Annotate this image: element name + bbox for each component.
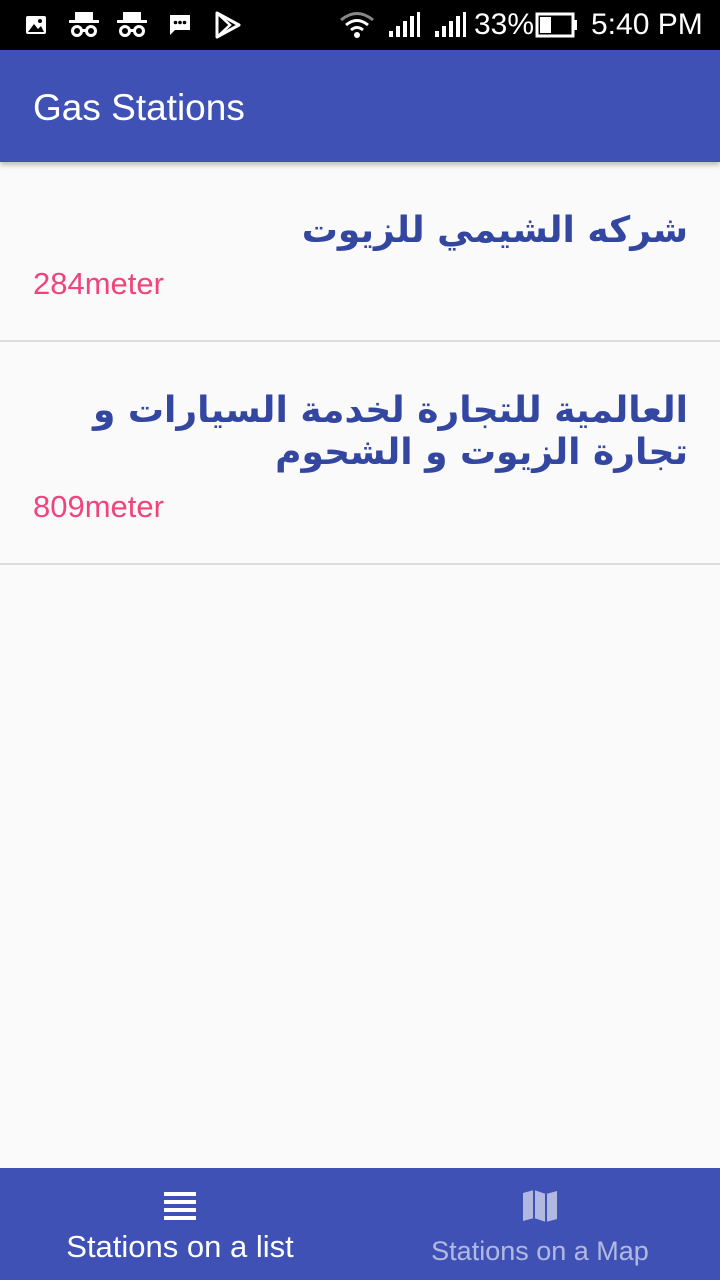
clock: 5:40 PM [591, 8, 703, 41]
list-item[interactable]: شركه الشيمي للزيوت 284meter [0, 162, 720, 342]
signal-icon [432, 11, 468, 39]
battery-icon [534, 11, 580, 39]
image-notification-icon [24, 11, 48, 39]
station-name: العالمية للتجارة لخدمة السيارات و تجارة … [92, 390, 688, 473]
station-name: شركه الشيمي للزيوت [301, 210, 688, 251]
incognito-icon [66, 11, 102, 39]
incognito-icon [114, 11, 150, 39]
page-title: Gas Stations [33, 87, 245, 128]
station-list: شركه الشيمي للزيوت 284meter العالمية للت… [0, 162, 720, 565]
tab-label: Stations on a Map [431, 1236, 649, 1266]
station-distance: 809meter [33, 489, 164, 524]
play-store-icon [212, 11, 244, 39]
list-item[interactable]: العالمية للتجارة لخدمة السيارات و تجارة … [0, 342, 720, 565]
wifi-icon [338, 11, 376, 39]
bottom-navigation: Stations on a list Stations on a Map [0, 1168, 720, 1280]
signal-icon [386, 11, 422, 39]
tab-stations-list[interactable]: Stations on a list [0, 1168, 360, 1280]
station-distance: 284meter [33, 266, 164, 301]
list-icon [160, 1188, 200, 1224]
message-icon [166, 11, 194, 39]
tab-stations-map[interactable]: Stations on a Map [360, 1168, 720, 1280]
app-bar: Gas Stations [0, 50, 720, 162]
battery-percent: 33% [474, 8, 535, 41]
map-icon [520, 1188, 560, 1224]
status-bar: 33% 5:40 PM [0, 0, 720, 50]
tab-label: Stations on a list [66, 1229, 294, 1264]
